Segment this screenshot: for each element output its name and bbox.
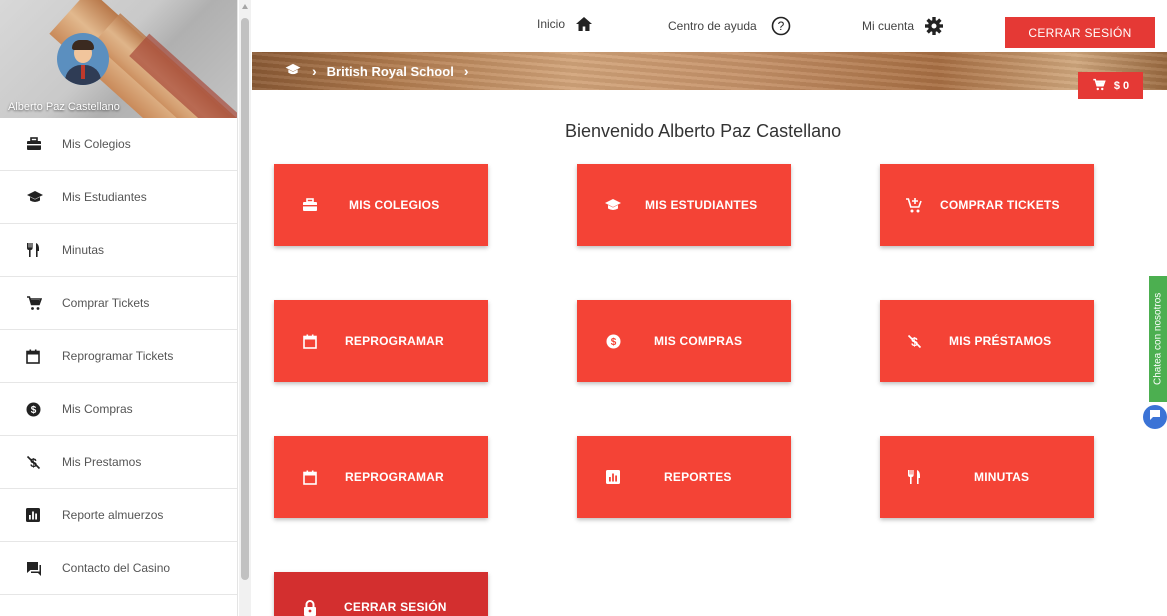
avatar[interactable]: [57, 33, 109, 85]
svg-text:?: ?: [777, 19, 784, 33]
sidebar-item-label: Mis Prestamos: [62, 455, 142, 469]
money-off-icon: $: [904, 334, 924, 349]
sidebar-item-reprogramar-tickets[interactable]: Reprogramar Tickets: [0, 330, 237, 383]
tile-label: MIS PRÉSTAMOS: [949, 334, 1052, 348]
profile-name: Alberto Paz Castellano: [8, 101, 120, 113]
cart-plus-icon: [904, 197, 924, 214]
sidebar-item-label: Comprar Tickets: [62, 296, 150, 310]
dollar-circle-icon: $: [26, 402, 54, 417]
tile-reprogramar-2[interactable]: REPROGRAMAR: [274, 436, 488, 518]
tile-mis-colegios[interactable]: MIS COLEGIOS: [274, 164, 488, 246]
tile-minutas[interactable]: MINUTAS: [880, 436, 1094, 518]
sidebar-item-label: Mis Colegios: [62, 137, 131, 151]
sidebar-item-contacto-casino[interactable]: Contacto del Casino: [0, 542, 237, 595]
bar-chart-icon: [26, 508, 54, 522]
breadcrumb-school[interactable]: British Royal School: [327, 64, 454, 79]
sidebar-item-label: Minutas: [62, 243, 105, 257]
welcome-message: Bienvenido Alberto Paz Castellano: [565, 121, 842, 141]
cart-button[interactable]: $ 0: [1078, 72, 1143, 99]
nav-home-label: Inicio: [537, 17, 566, 31]
sidebar-item-label: Mis Estudiantes: [62, 190, 147, 204]
lock-icon: [300, 600, 320, 616]
sidebar-item-mis-prestamos[interactable]: $ Mis Prestamos: [0, 436, 237, 489]
logout-button[interactable]: CERRAR SESIÓN: [1005, 17, 1155, 48]
sidebar: Alberto Paz Castellano Mis Colegios Mis …: [0, 0, 238, 616]
cutlery-icon: [26, 242, 54, 258]
svg-text:$: $: [31, 405, 37, 416]
sidebar-item-reporte-almuerzos[interactable]: Reporte almuerzos: [0, 489, 237, 542]
cart-icon: [1092, 78, 1106, 94]
graduation-cap-icon[interactable]: [284, 63, 302, 79]
graduation-cap-icon: [26, 190, 54, 204]
calendar-icon: [26, 349, 54, 364]
chat-icon: [26, 561, 54, 576]
sidebar-item-minutas[interactable]: Minutas: [0, 224, 237, 277]
sidebar-item-comprar-tickets[interactable]: Comprar Tickets: [0, 277, 237, 330]
chat-bubble-button[interactable]: [1143, 405, 1167, 429]
tile-reportes[interactable]: REPORTES: [577, 436, 791, 518]
chat-tab[interactable]: Chatea con nosotros: [1149, 276, 1167, 402]
sidebar-item-mis-colegios[interactable]: Mis Colegios: [0, 118, 237, 171]
cart-icon: [26, 295, 54, 311]
gear-icon: [924, 16, 944, 36]
dollar-circle-icon: $: [603, 334, 623, 349]
chat-icon: [1149, 408, 1161, 426]
tile-label: REPROGRAMAR: [345, 334, 444, 348]
chevron-right-icon: ›: [463, 63, 469, 79]
calendar-icon: [300, 334, 320, 349]
sidebar-item-label: Contacto del Casino: [62, 561, 171, 575]
breadcrumb: › British Royal School ›: [284, 63, 478, 79]
tile-reprogramar[interactable]: REPROGRAMAR: [274, 300, 488, 382]
svg-text:$: $: [610, 337, 616, 348]
tile-label: MIS ESTUDIANTES: [645, 198, 758, 212]
tile-label: MINUTAS: [974, 470, 1030, 484]
top-navbar: Inicio Centro de ayuda ? Mi cuenta CERRA…: [252, 0, 1167, 52]
home-icon: [575, 16, 593, 32]
sidebar-item-mis-estudiantes[interactable]: Mis Estudiantes: [0, 171, 237, 224]
sidebar-item-label: Reprogramar Tickets: [62, 349, 174, 363]
chevron-right-icon: ›: [312, 63, 317, 79]
nav-account-label: Mi cuenta: [862, 19, 915, 33]
tile-cerrar-sesion[interactable]: CERRAR SESIÓN: [274, 572, 488, 616]
tile-label: REPORTES: [664, 470, 732, 484]
scroll-up-arrow[interactable]: [242, 4, 248, 9]
cutlery-icon: [904, 469, 924, 485]
sidebar-item-label: Mis Compras: [62, 402, 133, 416]
tile-label: MIS COMPRAS: [654, 334, 743, 348]
sidebar-item-label: Reporte almuerzos: [62, 508, 164, 522]
breadcrumb-banner: › British Royal School ›: [252, 52, 1167, 90]
tile-mis-prestamos[interactable]: $ MIS PRÉSTAMOS: [880, 300, 1094, 382]
tile-label: COMPRAR TICKETS: [940, 198, 1060, 212]
profile-header: Alberto Paz Castellano: [0, 0, 237, 118]
briefcase-icon: [26, 137, 54, 151]
nav-help-link[interactable]: Centro de ayuda ?: [668, 16, 791, 36]
nav-account-link[interactable]: Mi cuenta: [862, 16, 944, 36]
sidebar-item-mis-compras[interactable]: $ Mis Compras: [0, 383, 237, 436]
tile-label: REPROGRAMAR: [345, 470, 444, 484]
graduation-cap-icon: [603, 198, 623, 212]
help-circle-icon: ?: [771, 16, 791, 36]
tile-label: CERRAR SESIÓN: [344, 600, 447, 614]
tile-mis-estudiantes[interactable]: MIS ESTUDIANTES: [577, 164, 791, 246]
cart-amount: $ 0: [1113, 79, 1130, 92]
tile-mis-compras[interactable]: $ MIS COMPRAS: [577, 300, 791, 382]
bar-chart-icon: [603, 470, 623, 484]
calendar-icon: [300, 470, 320, 485]
nav-home-link[interactable]: Inicio: [537, 16, 593, 32]
tile-comprar-tickets[interactable]: COMPRAR TICKETS: [880, 164, 1094, 246]
scrollbar-thumb[interactable]: [241, 18, 249, 580]
briefcase-icon: [300, 198, 320, 212]
tile-label: MIS COLEGIOS: [349, 198, 440, 212]
sidebar-scrollbar[interactable]: [239, 0, 251, 616]
nav-help-label: Centro de ayuda: [668, 19, 757, 33]
money-off-icon: $: [26, 455, 54, 470]
